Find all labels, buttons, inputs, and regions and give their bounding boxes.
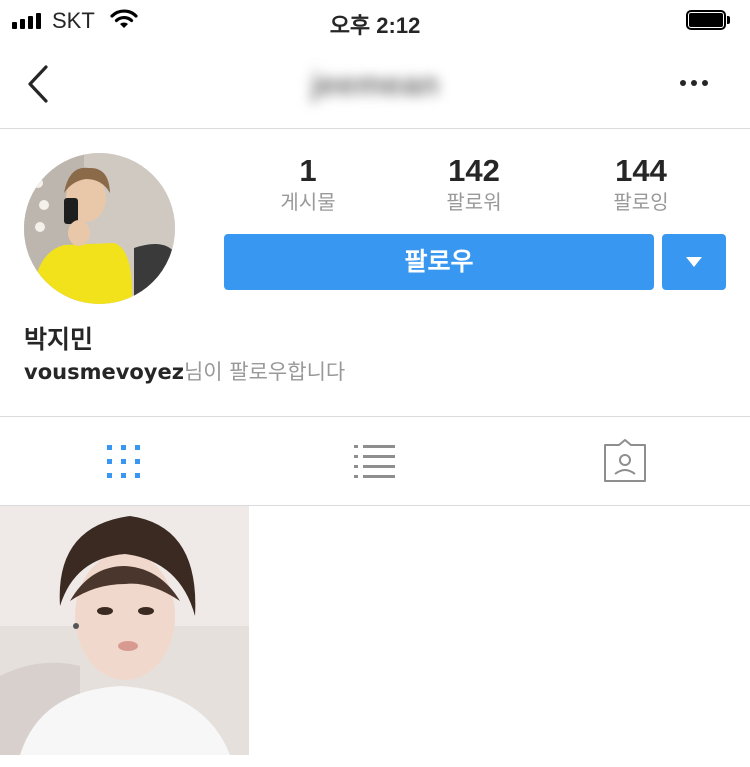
followed-by-username[interactable]: vousmevoyez — [24, 360, 184, 384]
more-dot-icon — [680, 80, 686, 86]
profile-tab-bar — [0, 416, 750, 506]
following-count-label: 팔로잉 — [613, 190, 669, 214]
list-icon — [354, 445, 395, 478]
grid-icon — [107, 445, 140, 478]
tagged-icon — [604, 439, 646, 482]
profile-full-name: 박지민 — [24, 325, 94, 354]
posts-count-value: 1 — [299, 153, 317, 188]
followers-count-value: 142 — [448, 153, 500, 188]
followers-count[interactable]: 142 팔로워 — [404, 152, 544, 214]
more-options-button[interactable] — [672, 70, 716, 96]
caret-down-icon — [686, 257, 702, 267]
avatar-photo — [24, 153, 175, 304]
status-bar: SKT 오후 2:12 — [0, 0, 750, 40]
nav-bar: jeemean — [0, 40, 750, 129]
following-count[interactable]: 144 팔로잉 — [571, 152, 711, 214]
more-dot-icon — [702, 80, 708, 86]
tab-grid-view[interactable] — [0, 417, 250, 505]
profile-username: jeemean — [310, 66, 440, 102]
more-dot-icon — [691, 80, 697, 86]
suggestions-dropdown-button[interactable] — [662, 234, 726, 290]
posts-count-label: 게시물 — [280, 190, 336, 214]
follow-button[interactable]: 팔로우 — [224, 234, 654, 290]
battery-icon — [686, 10, 730, 30]
followed-by-text: vousmevoyez님이 팔로우합니다 — [24, 356, 345, 386]
followed-by-suffix: 님이 팔로우합니다 — [183, 360, 346, 384]
post-thumbnail[interactable] — [0, 506, 249, 755]
status-time: 오후 2:12 — [329, 13, 421, 38]
post-photo — [0, 506, 249, 755]
posts-count[interactable]: 1 게시물 — [238, 152, 378, 214]
following-count-value: 144 — [615, 153, 667, 188]
tab-list-view[interactable] — [250, 417, 500, 505]
profile-avatar[interactable] — [24, 153, 175, 304]
followers-count-label: 팔로워 — [446, 190, 502, 214]
tab-tagged[interactable] — [500, 417, 750, 505]
